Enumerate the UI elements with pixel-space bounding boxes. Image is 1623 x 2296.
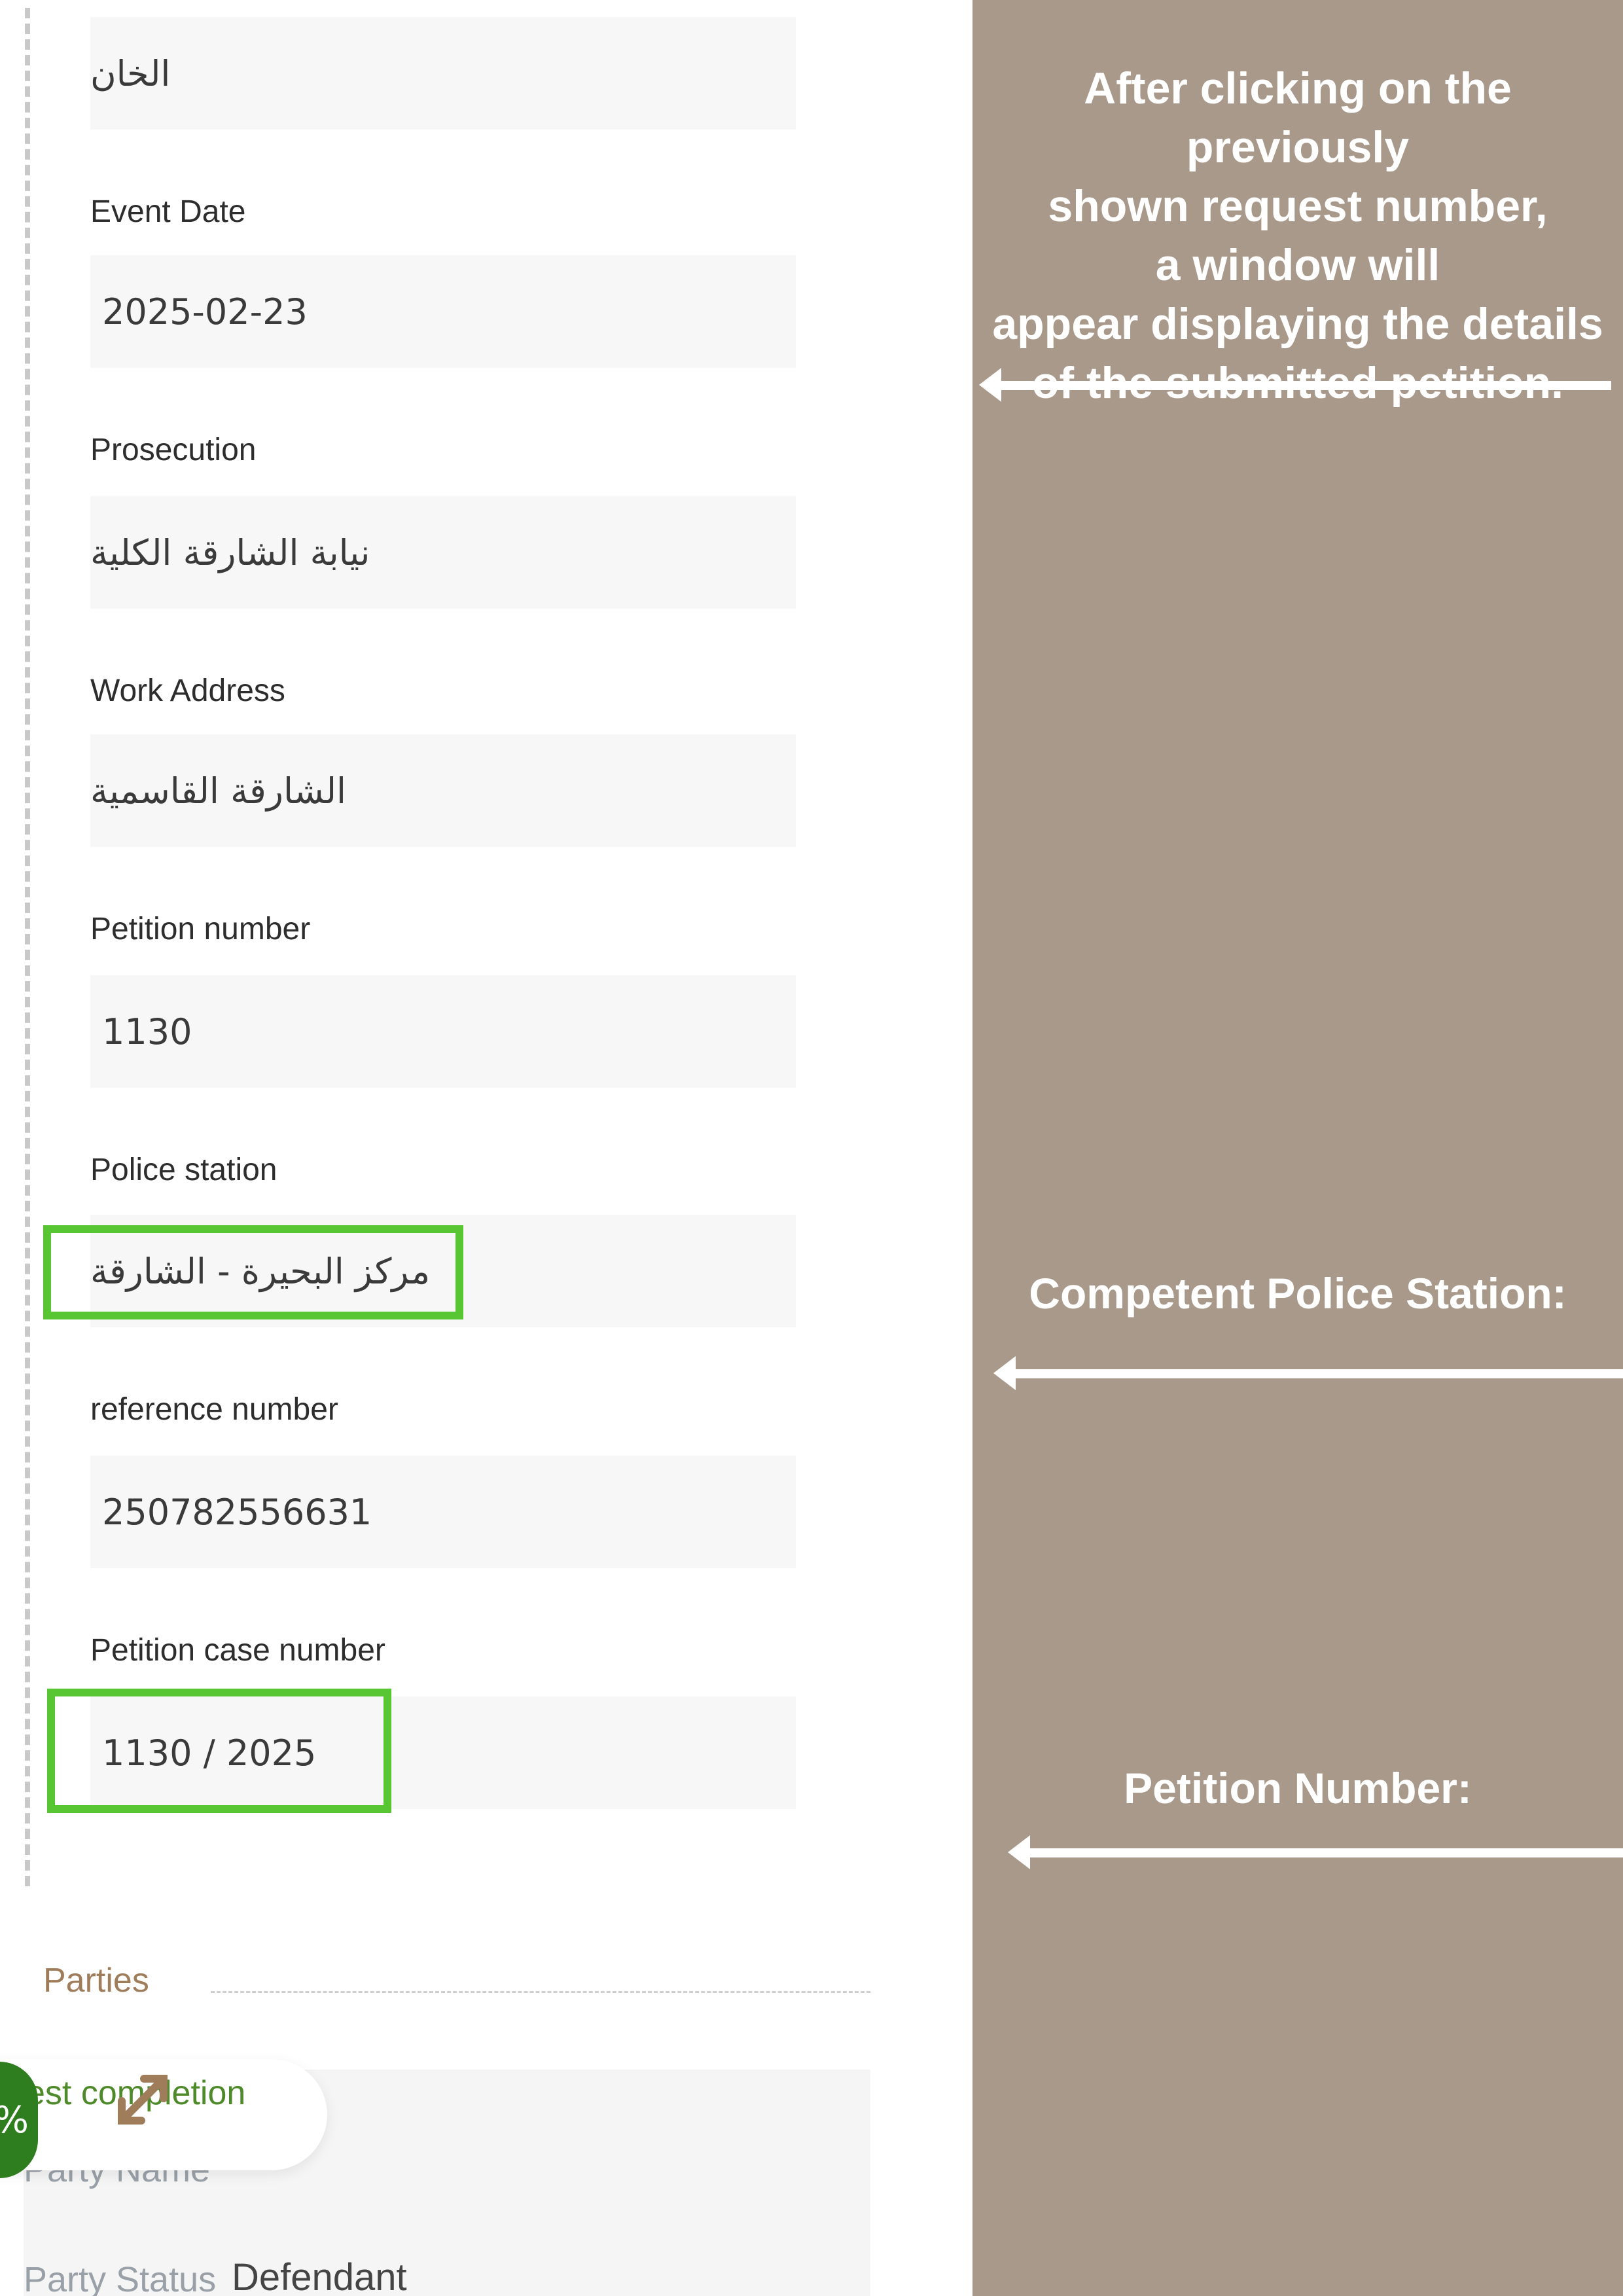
petition-number-annotation: Petition Number: bbox=[1124, 1764, 1472, 1812]
prosecution-label: Prosecution bbox=[90, 433, 257, 467]
intro-line-1: After clicking on the previously bbox=[1084, 63, 1512, 172]
name-text: الخان bbox=[90, 52, 171, 94]
work-address-value: الشارقة القاسمية bbox=[90, 734, 796, 847]
party-status-label: Party Status bbox=[24, 2260, 217, 2296]
prosecution-value: نيابة الشارقة الكلية bbox=[90, 496, 796, 609]
event-date-label: Event Date bbox=[90, 194, 246, 229]
intro-annotation: After clicking on the previously shown r… bbox=[972, 59, 1623, 412]
intro-line-3: a window will bbox=[1155, 240, 1440, 290]
expand-arrows-icon[interactable] bbox=[111, 2068, 174, 2131]
parties-divider bbox=[211, 1991, 870, 1993]
intro-arrow-icon bbox=[979, 368, 1611, 402]
petition-number-value: 1130 bbox=[90, 975, 796, 1088]
event-date-value: 2025-02-23 bbox=[90, 255, 796, 368]
police-station-highlight bbox=[43, 1225, 463, 1319]
petition-number-arrow-icon bbox=[1008, 1835, 1623, 1869]
petition-case-number-label: Petition case number bbox=[90, 1633, 385, 1668]
reference-number-value: 250782556631 bbox=[90, 1456, 796, 1568]
intro-line-2: shown request number, bbox=[1048, 181, 1548, 231]
reference-number-label: reference number bbox=[90, 1392, 338, 1427]
party-status-value: Defendant bbox=[232, 2256, 407, 2296]
prosecution-text: نيابة الشارقة الكلية bbox=[90, 531, 370, 573]
timeline-dashed-line bbox=[25, 8, 30, 1886]
petition-number-label: Petition number bbox=[90, 912, 311, 946]
work-address-text: الشارقة القاسمية bbox=[90, 770, 347, 812]
work-address-label: Work Address bbox=[90, 673, 285, 708]
name-value: الخان bbox=[90, 17, 796, 130]
petition-case-number-highlight bbox=[47, 1689, 391, 1813]
police-station-annotation: Competent Police Station: bbox=[1029, 1269, 1567, 1318]
percent-symbol: % bbox=[0, 2099, 29, 2142]
intro-line-4: appear displaying the details bbox=[992, 299, 1603, 349]
petition-details-panel: الخان Event Date 2025-02-23 Prosecution … bbox=[0, 0, 972, 2296]
parties-section-title: Parties bbox=[43, 1962, 149, 2000]
police-station-label: Police station bbox=[90, 1153, 277, 1187]
police-station-arrow-icon bbox=[993, 1356, 1623, 1390]
